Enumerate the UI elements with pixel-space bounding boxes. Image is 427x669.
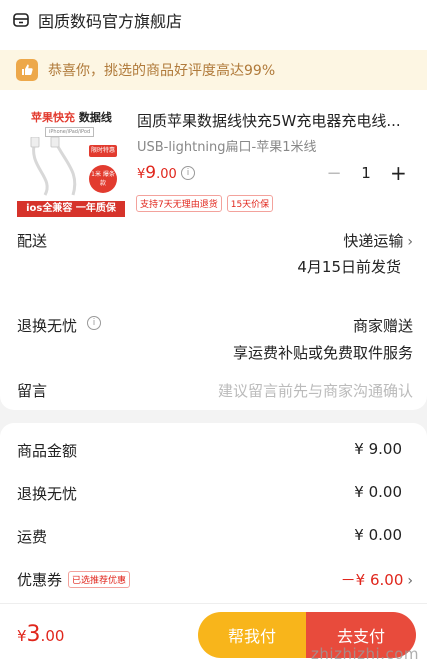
summary-goods-label: 商品金额 bbox=[17, 442, 78, 460]
message-label: 留言 bbox=[17, 382, 48, 400]
returns-provider: 商家赠送 bbox=[352, 317, 413, 335]
coupon-label: 优惠券 bbox=[17, 571, 63, 589]
return-tag: 支持7天无理由退货 bbox=[136, 195, 222, 212]
thumbs-up-icon bbox=[16, 59, 38, 81]
service-tags: 支持7天无理由退货 15天价保 bbox=[136, 195, 278, 212]
increase-button[interactable]: + bbox=[390, 161, 407, 185]
product-thumbnail[interactable]: 苹果快充 数据线 iPhone/iPad/iPod 限时特惠 1米 爆条款 io… bbox=[17, 105, 125, 217]
returns-label: 退换无忧 bbox=[17, 317, 78, 335]
chevron-right-icon: › bbox=[407, 573, 413, 589]
banner-text: 恭喜你，挑选的商品好评度高达99% bbox=[48, 63, 276, 79]
returns-detail: 享运费补贴或免费取件服务 bbox=[232, 344, 413, 362]
quantity-stepper[interactable]: − 1 + bbox=[326, 161, 406, 185]
thumb-subtitle: iPhone/iPad/iPod bbox=[45, 127, 95, 137]
delivery-method[interactable]: 快递运输 › bbox=[343, 230, 413, 251]
store-name: 固质数码官方旗舰店 bbox=[38, 12, 183, 31]
quantity-value[interactable]: 1 bbox=[342, 164, 390, 182]
product-price: ¥9.00 bbox=[137, 163, 177, 183]
order-card: 固质数码官方旗舰店 恭喜你，挑选的商品好评度高达99% 苹果快充 数据线 iPh… bbox=[0, 0, 427, 410]
product-variant[interactable]: USB-lightning扁口-苹果1米线 bbox=[137, 136, 317, 155]
praise-banner: 恭喜你，挑选的商品好评度高达99% bbox=[0, 50, 427, 90]
message-input[interactable]: 建议留言前先与商家沟通确认 bbox=[218, 380, 413, 401]
coupon-selector[interactable]: －¥ 6.00 › bbox=[341, 569, 413, 590]
cable-illustration bbox=[30, 137, 77, 196]
store-header[interactable]: 固质数码官方旗舰店 bbox=[12, 8, 182, 32]
decrease-button[interactable]: − bbox=[326, 163, 342, 184]
thumb-promo: 限时特惠 bbox=[89, 145, 117, 157]
coupon-value: －¥ 6.00 bbox=[340, 571, 404, 589]
ship-date: 4月15日前发货 bbox=[297, 258, 401, 276]
summary-returns-label: 退换无忧 bbox=[17, 485, 78, 503]
watermark: zhizhizhi.com bbox=[311, 645, 419, 663]
store-icon bbox=[13, 13, 29, 27]
price-protect-tag: 15天价保 bbox=[226, 195, 274, 212]
total-price: ¥3.00 bbox=[17, 622, 65, 647]
price-info-icon[interactable]: i bbox=[181, 166, 195, 180]
thumb-badge: 1米 爆条款 bbox=[89, 165, 117, 193]
summary-shipping-label: 运费 bbox=[17, 528, 48, 546]
summary-goods-value: ¥ 9.00 bbox=[354, 440, 402, 458]
delivery-label: 配送 bbox=[17, 232, 48, 250]
help-pay-button[interactable]: 帮我付 bbox=[198, 612, 306, 658]
summary-shipping-value: ¥ 0.00 bbox=[354, 526, 402, 544]
product-title[interactable]: 固质苹果数据线快充5W充电器充电线... bbox=[137, 110, 417, 131]
coupon-tag: 已选推荐优惠 bbox=[68, 571, 131, 588]
returns-info-icon[interactable]: i bbox=[87, 316, 101, 330]
chevron-right-icon: › bbox=[407, 234, 413, 250]
thumb-title: 苹果快充 数据线 bbox=[31, 111, 112, 124]
summary-returns-value: ¥ 0.00 bbox=[354, 483, 402, 501]
thumb-strip: ios全兼容 一年质保 bbox=[17, 201, 125, 217]
